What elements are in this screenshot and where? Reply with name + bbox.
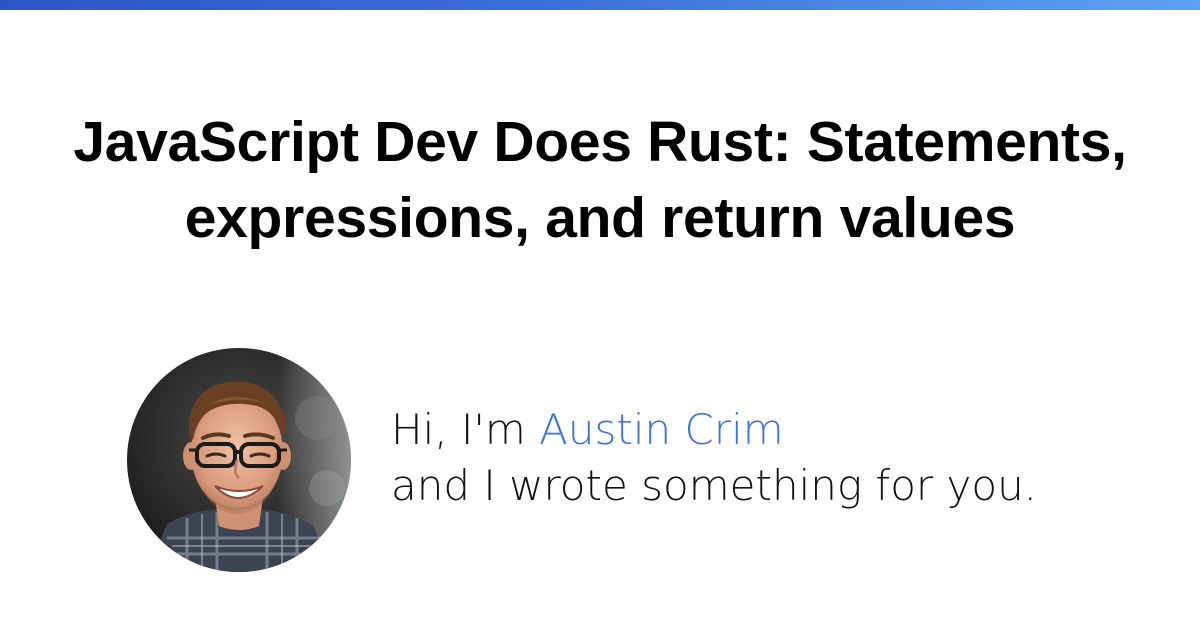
author-block: Hi, I'm Austin Crim and I wrote somethin… (127, 348, 1087, 572)
title-line-1: JavaScript Dev Does Rust: Statements, (73, 110, 1127, 174)
author-intro: Hi, I'm Austin Crim and I wrote somethin… (391, 402, 1037, 514)
author-name: Austin Crim (539, 405, 784, 454)
intro-line-2: and I wrote something for you. (391, 461, 1038, 510)
page-title: JavaScript Dev Does Rust: Statements, ex… (0, 104, 1200, 256)
title-line-2: expressions, and return values (184, 186, 1016, 250)
intro-line-1: Hi, I'm Austin Crim (391, 402, 1037, 458)
greeting-text: Hi, I'm (391, 405, 540, 454)
gradient-top-bar (0, 0, 1200, 10)
avatar (127, 348, 351, 572)
author-photo-icon (127, 348, 351, 572)
social-card: JavaScript Dev Does Rust: Statements, ex… (0, 0, 1200, 630)
